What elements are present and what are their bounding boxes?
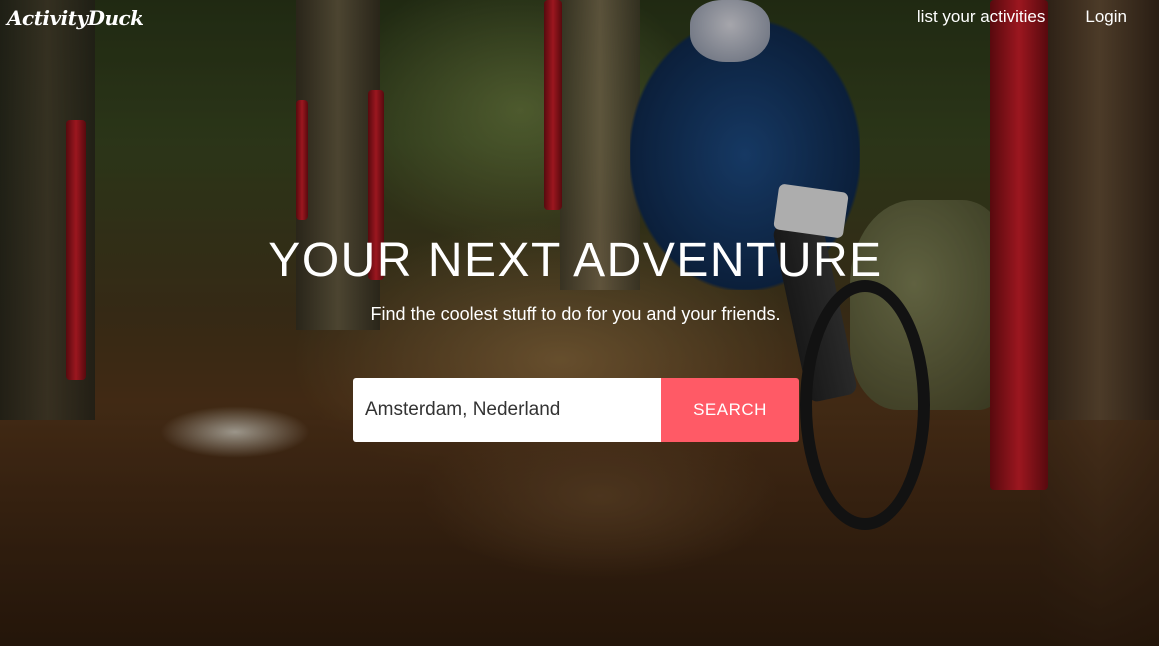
hero-section: ActivityDuck list your activities Login …: [0, 0, 1159, 646]
top-nav: list your activities Login: [917, 7, 1127, 27]
site-logo[interactable]: ActivityDuck: [7, 6, 144, 30]
hero-headline: YOUR NEXT ADVENTURE: [268, 234, 883, 287]
hero-subline: Find the coolest stuff to do for you and…: [370, 304, 781, 324]
nav-link-login[interactable]: Login: [1085, 7, 1127, 27]
nav-link-list-activities[interactable]: list your activities: [917, 7, 1045, 27]
search-form: SEARCH: [353, 378, 799, 442]
location-input[interactable]: [353, 378, 661, 442]
search-button[interactable]: SEARCH: [661, 378, 799, 442]
